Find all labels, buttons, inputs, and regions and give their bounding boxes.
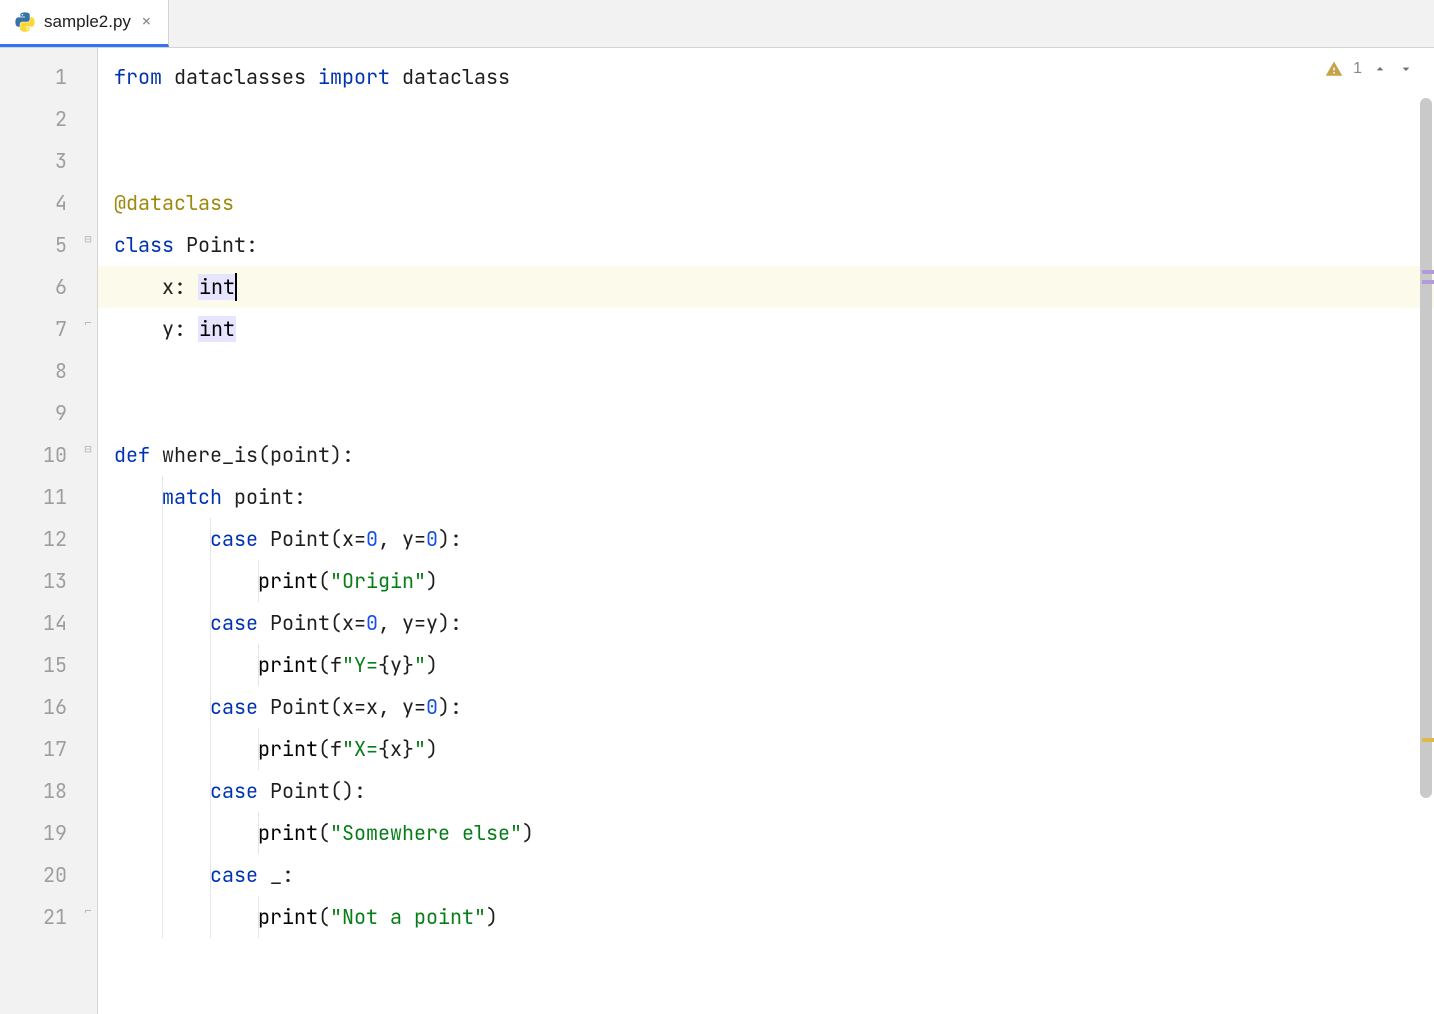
tab-filename: sample2.py: [44, 12, 131, 32]
code-line[interactable]: print("Not a point"): [98, 896, 1434, 938]
code-line[interactable]: [98, 98, 1434, 140]
code-line[interactable]: from dataclasses import dataclass: [98, 56, 1434, 98]
code-line[interactable]: def where_is(point):: [98, 434, 1434, 476]
scroll-thumb[interactable]: [1420, 98, 1432, 798]
code-line[interactable]: print(f"X={x}"): [98, 728, 1434, 770]
tab-bar: sample2.py ×: [0, 0, 1434, 48]
python-file-icon: [14, 11, 36, 33]
fold-toggle-icon[interactable]: ⊟: [81, 442, 95, 456]
text-caret: [235, 273, 237, 301]
editor-tab[interactable]: sample2.py ×: [0, 0, 169, 47]
code-line[interactable]: print(f"Y={y}"): [98, 644, 1434, 686]
fold-toggle-icon[interactable]: ⊟: [81, 232, 95, 246]
code-line[interactable]: case Point(x=x, y=0):: [98, 686, 1434, 728]
code-line[interactable]: print("Somewhere else"): [98, 812, 1434, 854]
code-line[interactable]: @dataclass: [98, 182, 1434, 224]
close-icon[interactable]: ×: [139, 13, 154, 31]
code-line[interactable]: case Point():: [98, 770, 1434, 812]
code-line[interactable]: match point:: [98, 476, 1434, 518]
code-line[interactable]: case _:: [98, 854, 1434, 896]
warning-icon: [1325, 60, 1343, 78]
error-stripe-caret[interactable]: [1422, 270, 1434, 274]
code-line[interactable]: [98, 392, 1434, 434]
editor: 1 2 3 4 5 6 7 8 9 10 11 12 13 14 15 16 1…: [0, 48, 1434, 1014]
code-line[interactable]: [98, 140, 1434, 182]
code-line[interactable]: y: int: [98, 308, 1434, 350]
code-line[interactable]: class Point:: [98, 224, 1434, 266]
error-stripe-warning[interactable]: [1422, 738, 1434, 742]
fold-end-icon[interactable]: ⌐: [81, 904, 95, 918]
error-stripe-caret[interactable]: [1422, 280, 1434, 284]
inspection-widget[interactable]: 1: [1325, 60, 1414, 78]
fold-strip: ⊟ ⌐ ⊟ ⌐: [81, 56, 97, 1014]
inspection-count: 1: [1353, 60, 1362, 78]
code-line[interactable]: [98, 350, 1434, 392]
code-line[interactable]: print("Origin"): [98, 560, 1434, 602]
code-area[interactable]: 1 from dataclasses import dataclass @dat…: [98, 48, 1434, 1014]
gutter: 1 2 3 4 5 6 7 8 9 10 11 12 13 14 15 16 1…: [0, 48, 98, 1014]
chevron-up-icon[interactable]: [1372, 61, 1388, 77]
code-line[interactable]: case Point(x=0, y=0):: [98, 518, 1434, 560]
fold-end-icon[interactable]: ⌐: [81, 316, 95, 330]
scrollbar[interactable]: [1418, 48, 1434, 1014]
code-line-current[interactable]: x: int: [98, 266, 1434, 308]
code-line[interactable]: case Point(x=0, y=y):: [98, 602, 1434, 644]
chevron-down-icon[interactable]: [1398, 61, 1414, 77]
